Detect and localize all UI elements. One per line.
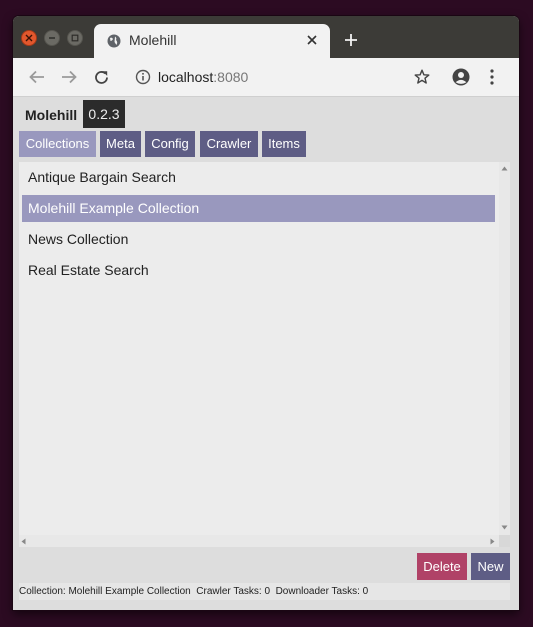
horizontal-scrollbar[interactable] — [19, 535, 499, 547]
window-close-button[interactable] — [21, 30, 37, 46]
new-button[interactable]: New — [471, 553, 510, 580]
scroll-down-icon[interactable] — [501, 525, 508, 530]
close-icon — [25, 34, 33, 42]
maximize-icon — [71, 34, 79, 42]
bookmark-star-icon[interactable] — [414, 69, 430, 85]
vertical-scrollbar[interactable] — [499, 162, 510, 535]
forward-icon[interactable] — [60, 69, 78, 85]
page-content: Molehill 0.2.3 Collections Meta Config C… — [13, 97, 519, 610]
status-bar: Collection: Molehill Example Collection … — [19, 583, 510, 600]
scroll-right-icon[interactable] — [490, 538, 495, 545]
account-icon[interactable] — [452, 68, 470, 86]
url-port: :8080 — [213, 69, 249, 85]
browser-tab[interactable]: Molehill — [94, 24, 330, 58]
delete-button[interactable]: Delete — [417, 553, 467, 580]
browser-toolbar: localhost:8080 — [13, 58, 519, 97]
browser-window: Molehill localhost:8080 Molehill 0.2.3 C… — [13, 16, 519, 610]
menu-kebab-icon[interactable] — [490, 69, 494, 85]
url-text: localhost:8080 — [158, 69, 248, 85]
tab-crawler[interactable]: Crawler — [200, 131, 258, 157]
list-item[interactable]: Real Estate Search — [22, 257, 495, 284]
tab-meta[interactable]: Meta — [100, 131, 141, 157]
version-badge: 0.2.3 — [83, 100, 125, 128]
scroll-left-icon[interactable] — [21, 538, 26, 545]
scrollbar-corner — [499, 535, 510, 547]
app-name: Molehill — [25, 107, 78, 123]
collections-list: Antique Bargain Search Molehill Example … — [19, 162, 499, 535]
tab-collections[interactable]: Collections — [19, 131, 96, 157]
tab-title: Molehill — [129, 32, 177, 48]
scroll-up-icon[interactable] — [501, 166, 508, 171]
globe-icon — [107, 34, 121, 48]
tab-config[interactable]: Config — [145, 131, 195, 157]
minimize-icon — [49, 37, 55, 39]
window-maximize-button[interactable] — [67, 30, 83, 46]
tab-items[interactable]: Items — [262, 131, 306, 157]
url-host: localhost — [158, 69, 214, 85]
list-item[interactable]: Antique Bargain Search — [22, 164, 495, 191]
reload-icon[interactable] — [93, 69, 110, 86]
list-item[interactable]: News Collection — [22, 226, 495, 253]
back-icon[interactable] — [28, 69, 46, 85]
title-bar: Molehill — [13, 16, 519, 58]
info-icon[interactable] — [135, 69, 151, 85]
list-item-selected[interactable]: Molehill Example Collection — [22, 195, 495, 222]
new-tab-icon[interactable] — [344, 33, 358, 47]
tab-close-icon[interactable] — [306, 34, 318, 46]
window-minimize-button[interactable] — [44, 30, 60, 46]
